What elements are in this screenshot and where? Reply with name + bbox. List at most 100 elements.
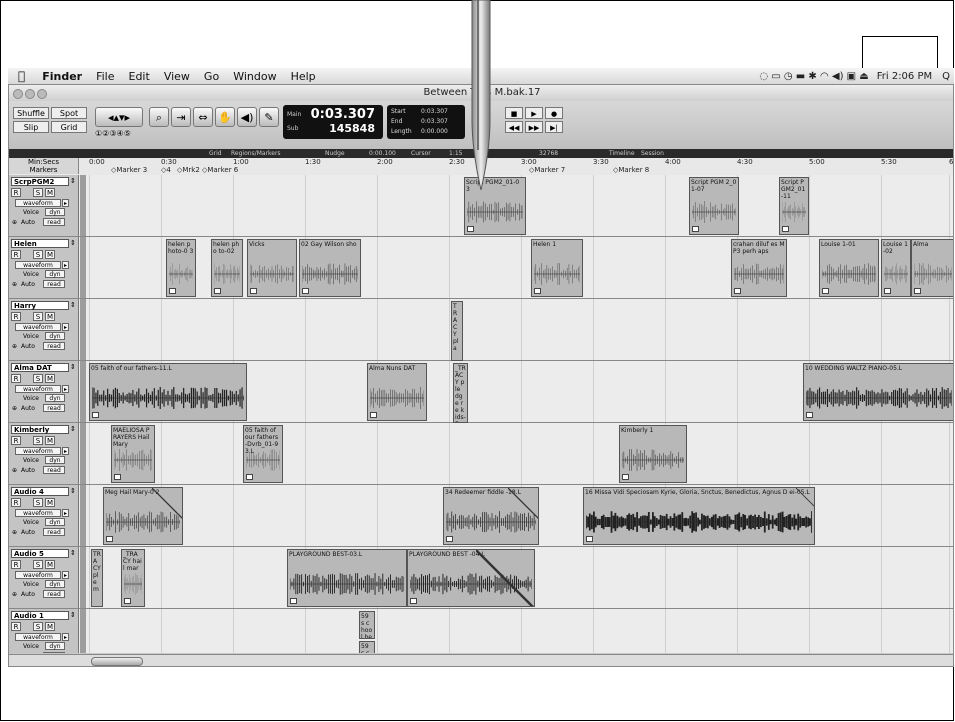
automation-mode-selector[interactable]: read [43,590,65,598]
mute-button[interactable]: M [45,188,55,197]
track-name-field[interactable]: Audio 1 [11,611,69,620]
track-options-icon[interactable]: ⇕ [70,487,76,495]
track-view-arrow-icon[interactable]: ▸ [62,199,69,207]
track-view-selector[interactable]: waveform [15,261,61,269]
record-enable-button[interactable]: R [11,560,21,569]
solo-button[interactable]: S [33,622,43,631]
marker-item[interactable]: ◇Marker 3 [111,166,147,174]
track-view-selector[interactable]: waveform [15,199,61,207]
voice-selector[interactable]: dyn [45,456,65,464]
automation-mode-selector[interactable]: read [43,466,65,474]
marker-item[interactable]: ◇Marker 7 [529,166,565,174]
track-view-arrow-icon[interactable]: ▸ [62,261,69,269]
solo-button[interactable]: S [33,374,43,383]
scrubber-tool-icon[interactable]: ◀) [237,107,257,127]
mode-spot-button[interactable]: Spot [51,107,87,119]
track-view-selector[interactable]: waveform [15,447,61,455]
voice-selector[interactable]: dyn [45,642,65,650]
automation-mode-selector[interactable]: read [43,528,65,536]
menu-help[interactable]: Help [284,70,323,83]
zoomer-tool-icon[interactable]: ⌕ [149,107,169,127]
automation-mode-selector[interactable]: read [43,280,65,288]
audio-region[interactable]: 59 s choo l bel [359,641,375,653]
zoom-button[interactable] [37,89,47,99]
track-view-arrow-icon[interactable]: ▸ [62,633,69,641]
audio-region[interactable]: _TRA CY hai l mar [121,549,145,607]
track-name-field[interactable]: Audio 5 [11,549,69,558]
track-view-selector[interactable]: waveform [15,323,61,331]
regions-markers-selector[interactable]: Regions/Markers [231,149,281,158]
mute-button[interactable]: M [45,622,55,631]
mute-button[interactable]: M [45,312,55,321]
menu-edit[interactable]: Edit [122,70,157,83]
track-name-field[interactable]: Harry [11,301,69,310]
marker-item[interactable]: ◇Mrk2 [177,166,200,174]
track-view-arrow-icon[interactable]: ▸ [62,571,69,579]
horizontal-scrollbar[interactable] [9,654,953,666]
audio-region[interactable]: Vicks [247,239,297,297]
nudge-value[interactable]: 0:00.100 [369,149,396,158]
audio-region[interactable]: Script P GM2_01 -11 [779,177,809,235]
minsecs-ruler-label[interactable]: Min:Secs [9,158,79,166]
audio-region[interactable]: Script PGM 2_01-07 [689,177,739,235]
audio-region[interactable]: PLAYGROUND BEST-03.L [287,549,407,607]
voice-selector[interactable]: dyn [45,208,65,216]
track-name-field[interactable]: Helen [11,239,69,248]
markers-ruler-label[interactable]: Markers [9,166,79,174]
audio-region[interactable]: Alma [911,239,953,297]
audio-region[interactable]: Louise 1-01 [819,239,879,297]
audio-region[interactable]: TR A CY pl e m [91,549,103,607]
track-view-arrow-icon[interactable]: ▸ [62,323,69,331]
apple-menu-icon[interactable]:  [8,69,35,83]
record-enable-button[interactable]: R [11,622,21,631]
selector-tool-icon[interactable]: ⇔ [193,107,213,127]
track-options-icon[interactable]: ⇕ [70,549,76,557]
automation-mode-selector[interactable]: read [43,342,65,350]
solo-button[interactable]: S [33,312,43,321]
track-view-selector[interactable]: waveform [15,633,61,641]
mute-button[interactable]: M [45,374,55,383]
audio-region[interactable]: T R A C Y pl a [451,301,463,361]
menu-go[interactable]: Go [197,70,226,83]
automation-mode-selector[interactable]: read [43,652,65,653]
menu-file[interactable]: File [89,70,121,83]
menu-view[interactable]: View [157,70,197,83]
record-enable-button[interactable]: R [11,374,21,383]
voice-selector[interactable]: dyn [45,270,65,278]
audio-region[interactable]: 34 Redeemer fiddle -18.L [443,487,539,545]
menu-clock[interactable]: Fri 2:06 PM [877,71,932,82]
solo-button[interactable]: S [33,560,43,569]
solo-button[interactable]: S [33,498,43,507]
mode-shuffle-button[interactable]: Shuffle [13,107,49,119]
grabber-tool-icon[interactable]: ✋ [215,107,235,127]
track-name-field[interactable]: Alma DAT [11,363,69,372]
audio-region[interactable]: Louise 1-02 [881,239,911,297]
track-view-selector[interactable]: waveform [15,571,61,579]
mute-button[interactable]: M [45,436,55,445]
voice-selector[interactable]: dyn [45,580,65,588]
go-to-end-icon[interactable]: ▶| [545,121,563,133]
audio-region[interactable]: Meg Hail Mary-0 2 [103,487,183,545]
track-options-icon[interactable]: ⇕ [70,363,76,371]
mode-grid-button[interactable]: Grid [51,121,87,133]
record-enable-button[interactable]: R [11,188,21,197]
record-enable-button[interactable]: R [11,498,21,507]
audio-region[interactable]: Alma Nuns DAT [367,363,427,421]
track-name-field[interactable]: Kimberly [11,425,69,434]
marker-item[interactable]: ◇4 [161,166,171,174]
menu-finder[interactable]: Finder [35,70,89,83]
track-options-icon[interactable]: ⇕ [70,611,76,619]
spotlight-icon[interactable]: Q [942,71,950,82]
grid-label[interactable]: Grid [209,149,222,158]
audio-region[interactable]: crahan diluf es MP3 perh aps [731,239,787,297]
voice-selector[interactable]: dyn [45,394,65,402]
record-enable-button[interactable]: R [11,250,21,259]
automation-mode-selector[interactable]: read [43,218,65,226]
marker-item[interactable]: ◇Marker 6 [202,166,238,174]
track-view-selector[interactable]: waveform [15,385,61,393]
audio-region[interactable]: 59 s choo l bel [359,611,375,639]
menu-window[interactable]: Window [226,70,283,83]
mute-button[interactable]: M [45,498,55,507]
solo-button[interactable]: S [33,188,43,197]
voice-selector[interactable]: dyn [45,332,65,340]
